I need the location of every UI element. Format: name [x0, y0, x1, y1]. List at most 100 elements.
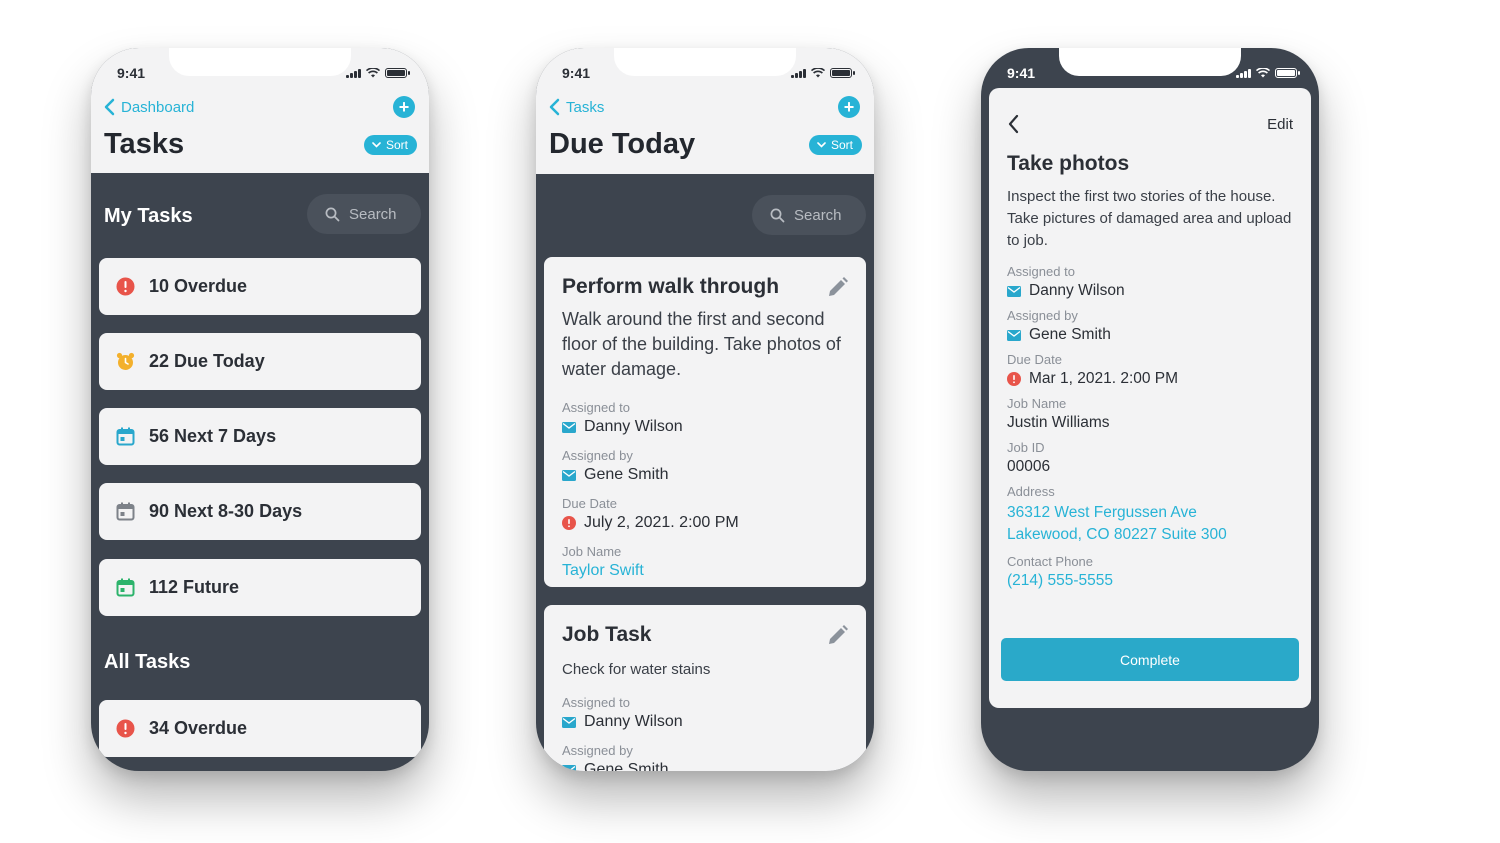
job-id-value: 00006 — [1007, 458, 1051, 475]
assigned-to-label: Assigned to — [562, 400, 630, 415]
job-name-label: Job Name — [1007, 396, 1067, 411]
assigned-to-name: Danny Wilson — [584, 713, 683, 730]
plus-icon: + — [398, 97, 410, 117]
assigned-to-value[interactable]: Danny Wilson — [562, 418, 848, 436]
mail-icon — [562, 764, 576, 771]
alert-icon — [1007, 372, 1021, 386]
calendar-icon — [116, 502, 135, 521]
back-label: Dashboard — [121, 98, 195, 116]
assigned-by-value[interactable]: Gene Smith — [1007, 326, 1293, 344]
sort-label: Sort — [830, 137, 853, 152]
job-id-label: Job ID — [1007, 440, 1045, 455]
task-filter-next-7-days[interactable]: 56 Next 7 Days — [99, 408, 421, 465]
search-input[interactable]: Search — [307, 194, 421, 234]
chevron-left-icon — [549, 98, 560, 116]
task-filter-next-8-30-days[interactable]: 90 Next 8-30 Days — [99, 483, 421, 540]
address-line-1: 36312 West Fergussen Ave — [1007, 504, 1197, 521]
task-filter-due-today[interactable]: 22 Due Today — [99, 333, 421, 390]
search-input[interactable]: Search — [752, 195, 866, 235]
task-card-job-task[interactable]: Job Task Check for water stains Assigned… — [544, 605, 866, 771]
due-date-text: Mar 1, 2021. 2:00 PM — [1029, 370, 1179, 387]
page-title: Tasks — [104, 128, 185, 160]
task-title: Perform walk through — [562, 275, 780, 298]
assigned-to-label: Assigned to — [562, 695, 630, 710]
mail-icon — [562, 716, 576, 728]
phone-due-today-screen: 9:41 Tasks + Due Today Sort Search Perfo… — [536, 48, 874, 771]
back-label: Tasks — [566, 98, 605, 116]
alert-icon — [116, 719, 135, 738]
chevron-left-icon[interactable] — [1007, 114, 1019, 134]
pencil-icon[interactable] — [826, 275, 850, 299]
phone-notch — [1059, 48, 1241, 76]
battery-icon — [385, 68, 410, 78]
wifi-icon — [1256, 68, 1270, 78]
pencil-icon[interactable] — [826, 623, 850, 647]
alert-icon — [116, 277, 135, 296]
assigned-to-value[interactable]: Danny Wilson — [1007, 282, 1293, 300]
status-time: 9:41 — [117, 65, 146, 81]
assigned-to-name: Danny Wilson — [584, 418, 683, 435]
status-time: 9:41 — [1007, 65, 1036, 81]
job-name-label: Job Name — [562, 544, 622, 559]
chevron-down-icon — [817, 141, 826, 148]
edit-button[interactable]: Edit — [1267, 116, 1293, 133]
signal-icon — [346, 68, 361, 78]
task-card-walk-through[interactable]: Perform walk through Walk around the fir… — [544, 257, 866, 587]
job-name-link[interactable]: Taylor Swift — [562, 562, 848, 580]
complete-button[interactable]: Complete — [1001, 638, 1299, 681]
back-button-tasks[interactable]: Tasks — [548, 98, 604, 116]
task-title: Take photos — [1007, 152, 1130, 175]
sort-button[interactable]: Sort — [363, 134, 417, 155]
address-label: Address — [1007, 484, 1055, 499]
assigned-by-label: Assigned by — [562, 448, 633, 463]
due-date-label: Due Date — [562, 496, 617, 511]
task-filter-label: 10 Overdue — [149, 276, 248, 296]
signal-icon — [791, 68, 806, 78]
sort-button[interactable]: Sort — [808, 134, 862, 155]
alarm-clock-icon — [116, 352, 135, 371]
mail-icon — [1007, 285, 1021, 297]
phone-notch — [169, 48, 351, 76]
signal-icon — [1236, 68, 1251, 78]
section-title-my-tasks: My Tasks — [104, 205, 193, 227]
add-task-button[interactable]: + — [393, 96, 415, 118]
assigned-to-label: Assigned to — [1007, 264, 1075, 279]
assigned-by-value[interactable]: Gene Smith — [562, 761, 848, 771]
task-filter-future[interactable]: 112 Future — [99, 559, 421, 616]
task-filter-overdue[interactable]: 10 Overdue — [99, 258, 421, 315]
page-title: Due Today — [549, 128, 696, 160]
battery-icon — [1275, 68, 1300, 78]
assigned-by-label: Assigned by — [562, 743, 633, 758]
search-placeholder: Search — [349, 205, 397, 223]
calendar-icon — [116, 427, 135, 446]
mail-icon — [562, 421, 576, 433]
contact-phone-label: Contact Phone — [1007, 554, 1094, 569]
task-filter-all-overdue[interactable]: 34 Overdue — [99, 700, 421, 757]
chevron-left-icon — [104, 98, 115, 116]
status-time: 9:41 — [562, 65, 591, 81]
task-filter-label: 22 Due Today — [149, 351, 265, 371]
address-link[interactable]: 36312 West Fergussen Ave Lakewood, CO 80… — [1007, 502, 1293, 546]
task-description: Check for water stains — [562, 661, 711, 678]
assigned-to-value[interactable]: Danny Wilson — [562, 713, 848, 731]
search-icon — [770, 208, 785, 222]
back-button-dashboard[interactable]: Dashboard — [103, 98, 194, 116]
task-detail-sheet: Edit Take photos Inspect the first two s… — [989, 88, 1311, 708]
search-icon — [325, 207, 340, 221]
phone-task-detail-screen: 9:41 Edit Take photos Inspect the first … — [981, 48, 1319, 771]
alert-icon — [562, 516, 576, 530]
sort-label: Sort — [385, 137, 408, 152]
due-date-label: Due Date — [1007, 352, 1062, 367]
mail-icon — [1007, 329, 1021, 341]
task-filter-label: 90 Next 8-30 Days — [149, 501, 303, 521]
task-description: Inspect the first two stories of the hou… — [1007, 188, 1292, 249]
search-placeholder: Search — [794, 206, 842, 224]
task-filter-label: 56 Next 7 Days — [149, 426, 277, 446]
due-date-value: July 2, 2021. 2:00 PM — [562, 514, 848, 532]
assigned-by-value[interactable]: Gene Smith — [562, 466, 848, 484]
contact-phone-link[interactable]: (214) 555-5555 — [1007, 572, 1293, 590]
add-task-button[interactable]: + — [838, 96, 860, 118]
battery-icon — [830, 68, 855, 78]
task-filter-label: 34 Overdue — [149, 718, 248, 738]
plus-icon: + — [843, 97, 855, 117]
